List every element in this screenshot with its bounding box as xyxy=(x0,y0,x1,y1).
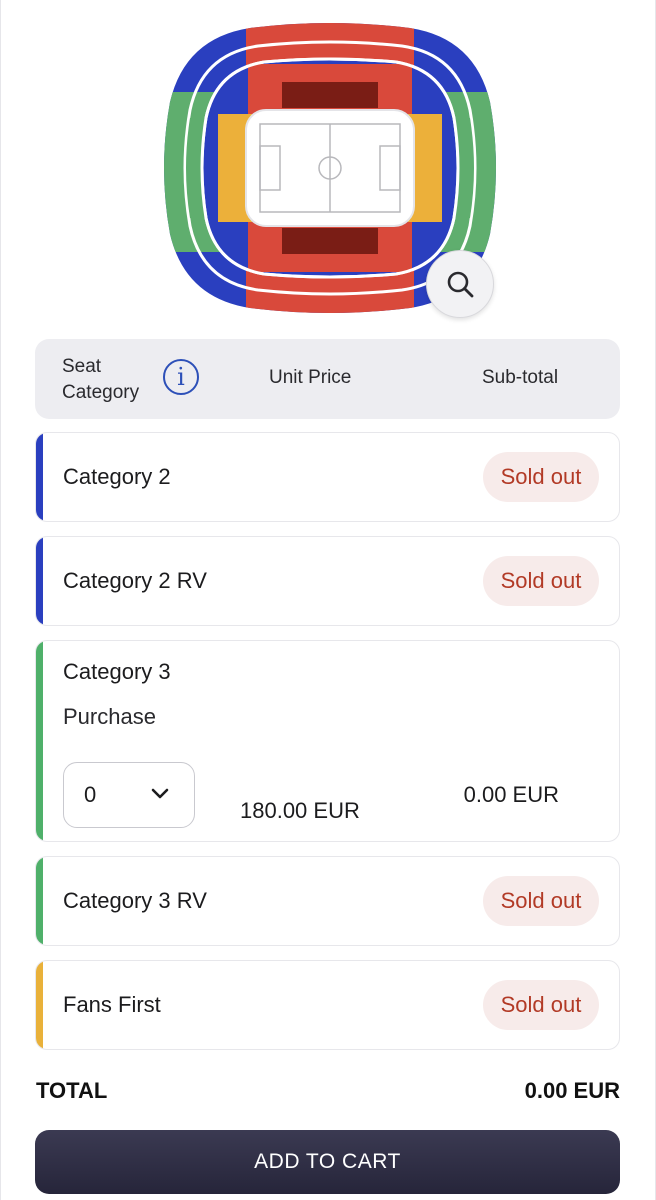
category-color-bar xyxy=(36,961,43,1049)
quantity-select[interactable]: 0 xyxy=(63,762,195,828)
seat-category-header: Seat Category xyxy=(62,356,140,403)
stadium-map xyxy=(0,0,656,330)
category-name: Category 2 xyxy=(63,464,171,489)
unit-price-value: 180.00 EUR xyxy=(240,798,360,823)
table-header: Seat Category i Unit Price Sub-total xyxy=(35,339,620,419)
unit-price-header: Unit Price xyxy=(269,367,352,388)
sold-out-badge: Sold out xyxy=(483,556,599,606)
sold-out-badge: Sold out xyxy=(483,452,599,502)
category-color-bar xyxy=(36,857,43,945)
add-to-cart-button[interactable]: ADD TO CART xyxy=(35,1130,620,1194)
vip-section-top xyxy=(282,82,378,108)
category-name: Category 3 RV xyxy=(63,888,207,913)
purchase-label: Purchase xyxy=(63,704,156,729)
category-row: Category 2 Sold out xyxy=(35,432,620,522)
vip-section-bottom xyxy=(282,228,378,254)
sold-out-badge: Sold out xyxy=(483,876,599,926)
info-icon[interactable]: i xyxy=(163,359,199,395)
category-color-bar xyxy=(36,537,43,625)
category-row: Category 3 RV Sold out xyxy=(35,856,620,946)
category-name: Fans First xyxy=(63,992,161,1017)
total-label: TOTAL xyxy=(36,1078,108,1103)
subtotal-value: 0.00 EUR xyxy=(463,782,559,807)
total-value: 0.00 EUR xyxy=(524,1078,620,1103)
category-name: Category 2 RV xyxy=(63,568,207,593)
quantity-value: 0 xyxy=(84,782,97,807)
sold-out-badge: Sold out xyxy=(483,980,599,1030)
category-row: Fans First Sold out xyxy=(35,960,620,1050)
chevron-down-icon xyxy=(151,788,169,799)
category-name: Category 3 xyxy=(63,659,171,684)
category-color-bar xyxy=(36,433,43,521)
category-row: Category 2 RV Sold out xyxy=(35,536,620,626)
category-row-available: Category 3 Purchase 0 180.00 EUR 0.00 EU… xyxy=(35,640,620,842)
sub-total-header: Sub-total xyxy=(482,367,559,388)
zoom-button[interactable] xyxy=(426,250,494,318)
category-color-bar xyxy=(36,641,43,841)
magnifier-icon xyxy=(447,271,474,298)
